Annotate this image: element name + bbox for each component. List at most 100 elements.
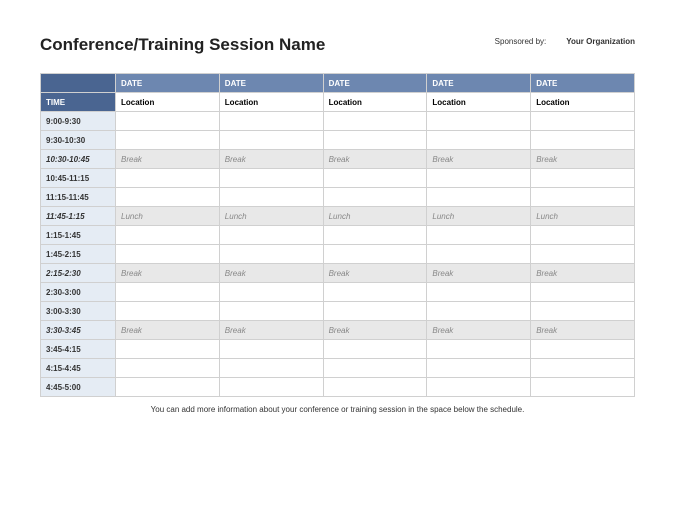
schedule-cell <box>531 340 635 359</box>
schedule-body: 9:00-9:309:30-10:3010:30-10:45BreakBreak… <box>41 112 635 397</box>
schedule-cell: Break <box>531 321 635 340</box>
date-header: DATE <box>219 74 323 93</box>
schedule-cell <box>116 169 220 188</box>
sponsor-label: Sponsored by: <box>495 37 547 46</box>
time-cell: 10:45-11:15 <box>41 169 116 188</box>
schedule-cell: Lunch <box>531 207 635 226</box>
schedule-cell: Break <box>219 264 323 283</box>
table-row: 10:45-11:15 <box>41 169 635 188</box>
time-header: TIME <box>41 93 116 112</box>
schedule-cell <box>116 359 220 378</box>
header-row: DATE DATE DATE DATE DATE <box>41 74 635 93</box>
schedule-cell <box>219 359 323 378</box>
schedule-cell <box>531 359 635 378</box>
schedule-cell <box>116 283 220 302</box>
schedule-cell <box>323 359 427 378</box>
schedule-cell <box>116 112 220 131</box>
date-header: DATE <box>116 74 220 93</box>
table-row: 3:45-4:15 <box>41 340 635 359</box>
schedule-cell <box>323 169 427 188</box>
table-row: 11:15-11:45 <box>41 188 635 207</box>
schedule-cell: Break <box>531 150 635 169</box>
table-row: 3:00-3:30 <box>41 302 635 321</box>
schedule-cell <box>427 283 531 302</box>
schedule-cell <box>323 188 427 207</box>
table-row: 4:45-5:00 <box>41 378 635 397</box>
schedule-cell <box>116 378 220 397</box>
schedule-cell: Break <box>116 150 220 169</box>
time-cell: 3:30-3:45 <box>41 321 116 340</box>
table-row: 10:30-10:45BreakBreakBreakBreakBreak <box>41 150 635 169</box>
schedule-cell <box>116 226 220 245</box>
table-row: 4:15-4:45 <box>41 359 635 378</box>
schedule-cell <box>531 188 635 207</box>
schedule-cell <box>116 245 220 264</box>
time-cell: 3:00-3:30 <box>41 302 116 321</box>
schedule-cell <box>219 302 323 321</box>
schedule-cell <box>116 188 220 207</box>
schedule-cell <box>323 226 427 245</box>
schedule-cell: Break <box>323 264 427 283</box>
schedule-cell: Break <box>427 321 531 340</box>
blank-header <box>41 74 116 93</box>
time-cell: 10:30-10:45 <box>41 150 116 169</box>
schedule-cell: Break <box>219 321 323 340</box>
schedule-cell <box>219 226 323 245</box>
location-header: Location <box>427 93 531 112</box>
schedule-cell <box>427 131 531 150</box>
sponsor-block: Sponsored by: Your Organization <box>495 37 635 46</box>
table-row: 9:30-10:30 <box>41 131 635 150</box>
schedule-cell: Break <box>323 150 427 169</box>
schedule-cell <box>323 245 427 264</box>
time-cell: 2:30-3:00 <box>41 283 116 302</box>
time-cell: 11:15-11:45 <box>41 188 116 207</box>
schedule-cell <box>531 378 635 397</box>
schedule-cell <box>427 359 531 378</box>
document-header: Conference/Training Session Name Sponsor… <box>40 35 635 55</box>
footnote: You can add more information about your … <box>40 405 635 414</box>
schedule-cell: Lunch <box>427 207 531 226</box>
schedule-cell <box>427 302 531 321</box>
time-cell: 1:45-2:15 <box>41 245 116 264</box>
schedule-cell: Break <box>219 150 323 169</box>
schedule-cell: Break <box>116 264 220 283</box>
schedule-cell <box>531 169 635 188</box>
schedule-cell: Break <box>323 321 427 340</box>
location-header: Location <box>116 93 220 112</box>
schedule-cell <box>323 112 427 131</box>
time-cell: 9:00-9:30 <box>41 112 116 131</box>
schedule-cell <box>427 340 531 359</box>
table-row: 11:45-1:15LunchLunchLunchLunchLunch <box>41 207 635 226</box>
time-cell: 4:45-5:00 <box>41 378 116 397</box>
schedule-cell <box>116 131 220 150</box>
location-header: Location <box>531 93 635 112</box>
schedule-cell <box>219 283 323 302</box>
schedule-cell: Lunch <box>323 207 427 226</box>
schedule-cell <box>219 245 323 264</box>
date-header: DATE <box>427 74 531 93</box>
schedule-cell <box>323 340 427 359</box>
table-row: 2:15-2:30BreakBreakBreakBreakBreak <box>41 264 635 283</box>
schedule-cell <box>116 340 220 359</box>
date-header: DATE <box>323 74 427 93</box>
schedule-cell <box>219 340 323 359</box>
schedule-cell <box>531 302 635 321</box>
time-cell: 1:15-1:45 <box>41 226 116 245</box>
schedule-cell <box>531 283 635 302</box>
time-cell: 2:15-2:30 <box>41 264 116 283</box>
schedule-cell: Break <box>531 264 635 283</box>
schedule-cell: Lunch <box>116 207 220 226</box>
page-title: Conference/Training Session Name <box>40 35 325 55</box>
schedule-cell: Break <box>427 150 531 169</box>
time-cell: 3:45-4:15 <box>41 340 116 359</box>
table-row: 2:30-3:00 <box>41 283 635 302</box>
table-row: 1:15-1:45 <box>41 226 635 245</box>
schedule-cell <box>427 378 531 397</box>
table-row: 1:45-2:15 <box>41 245 635 264</box>
schedule-table: DATE DATE DATE DATE DATE TIME Location L… <box>40 73 635 397</box>
schedule-cell <box>323 302 427 321</box>
time-cell: 4:15-4:45 <box>41 359 116 378</box>
time-cell: 11:45-1:15 <box>41 207 116 226</box>
table-row: 3:30-3:45BreakBreakBreakBreakBreak <box>41 321 635 340</box>
schedule-cell <box>219 188 323 207</box>
